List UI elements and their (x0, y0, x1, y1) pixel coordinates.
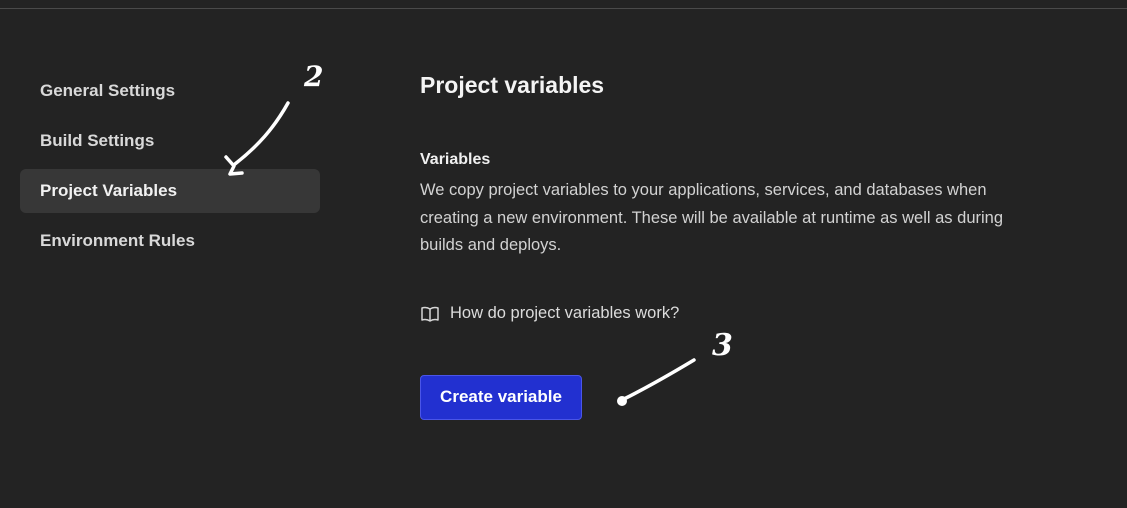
sidebar-item-general-settings[interactable]: General Settings (20, 69, 320, 113)
section-description: We copy project variables to your applic… (420, 181, 1004, 254)
top-divider (0, 8, 1127, 9)
help-link-label: How do project variables work? (450, 304, 680, 322)
main-content: Project variables Variables We copy proj… (420, 72, 1060, 420)
settings-page: General Settings Build Settings Project … (0, 0, 1127, 508)
book-icon (421, 306, 439, 322)
page-title: Project variables (420, 72, 605, 98)
settings-sidebar: General Settings Build Settings Project … (20, 69, 320, 269)
sidebar-item-environment-rules[interactable]: Environment Rules (20, 219, 320, 263)
sidebar-item-project-variables[interactable]: Project Variables (20, 169, 320, 213)
create-variable-button[interactable]: Create variable (420, 374, 582, 420)
section-title: Variables (420, 151, 491, 168)
help-link[interactable]: How do project variables work? (420, 304, 1060, 324)
sidebar-item-build-settings[interactable]: Build Settings (20, 119, 320, 163)
